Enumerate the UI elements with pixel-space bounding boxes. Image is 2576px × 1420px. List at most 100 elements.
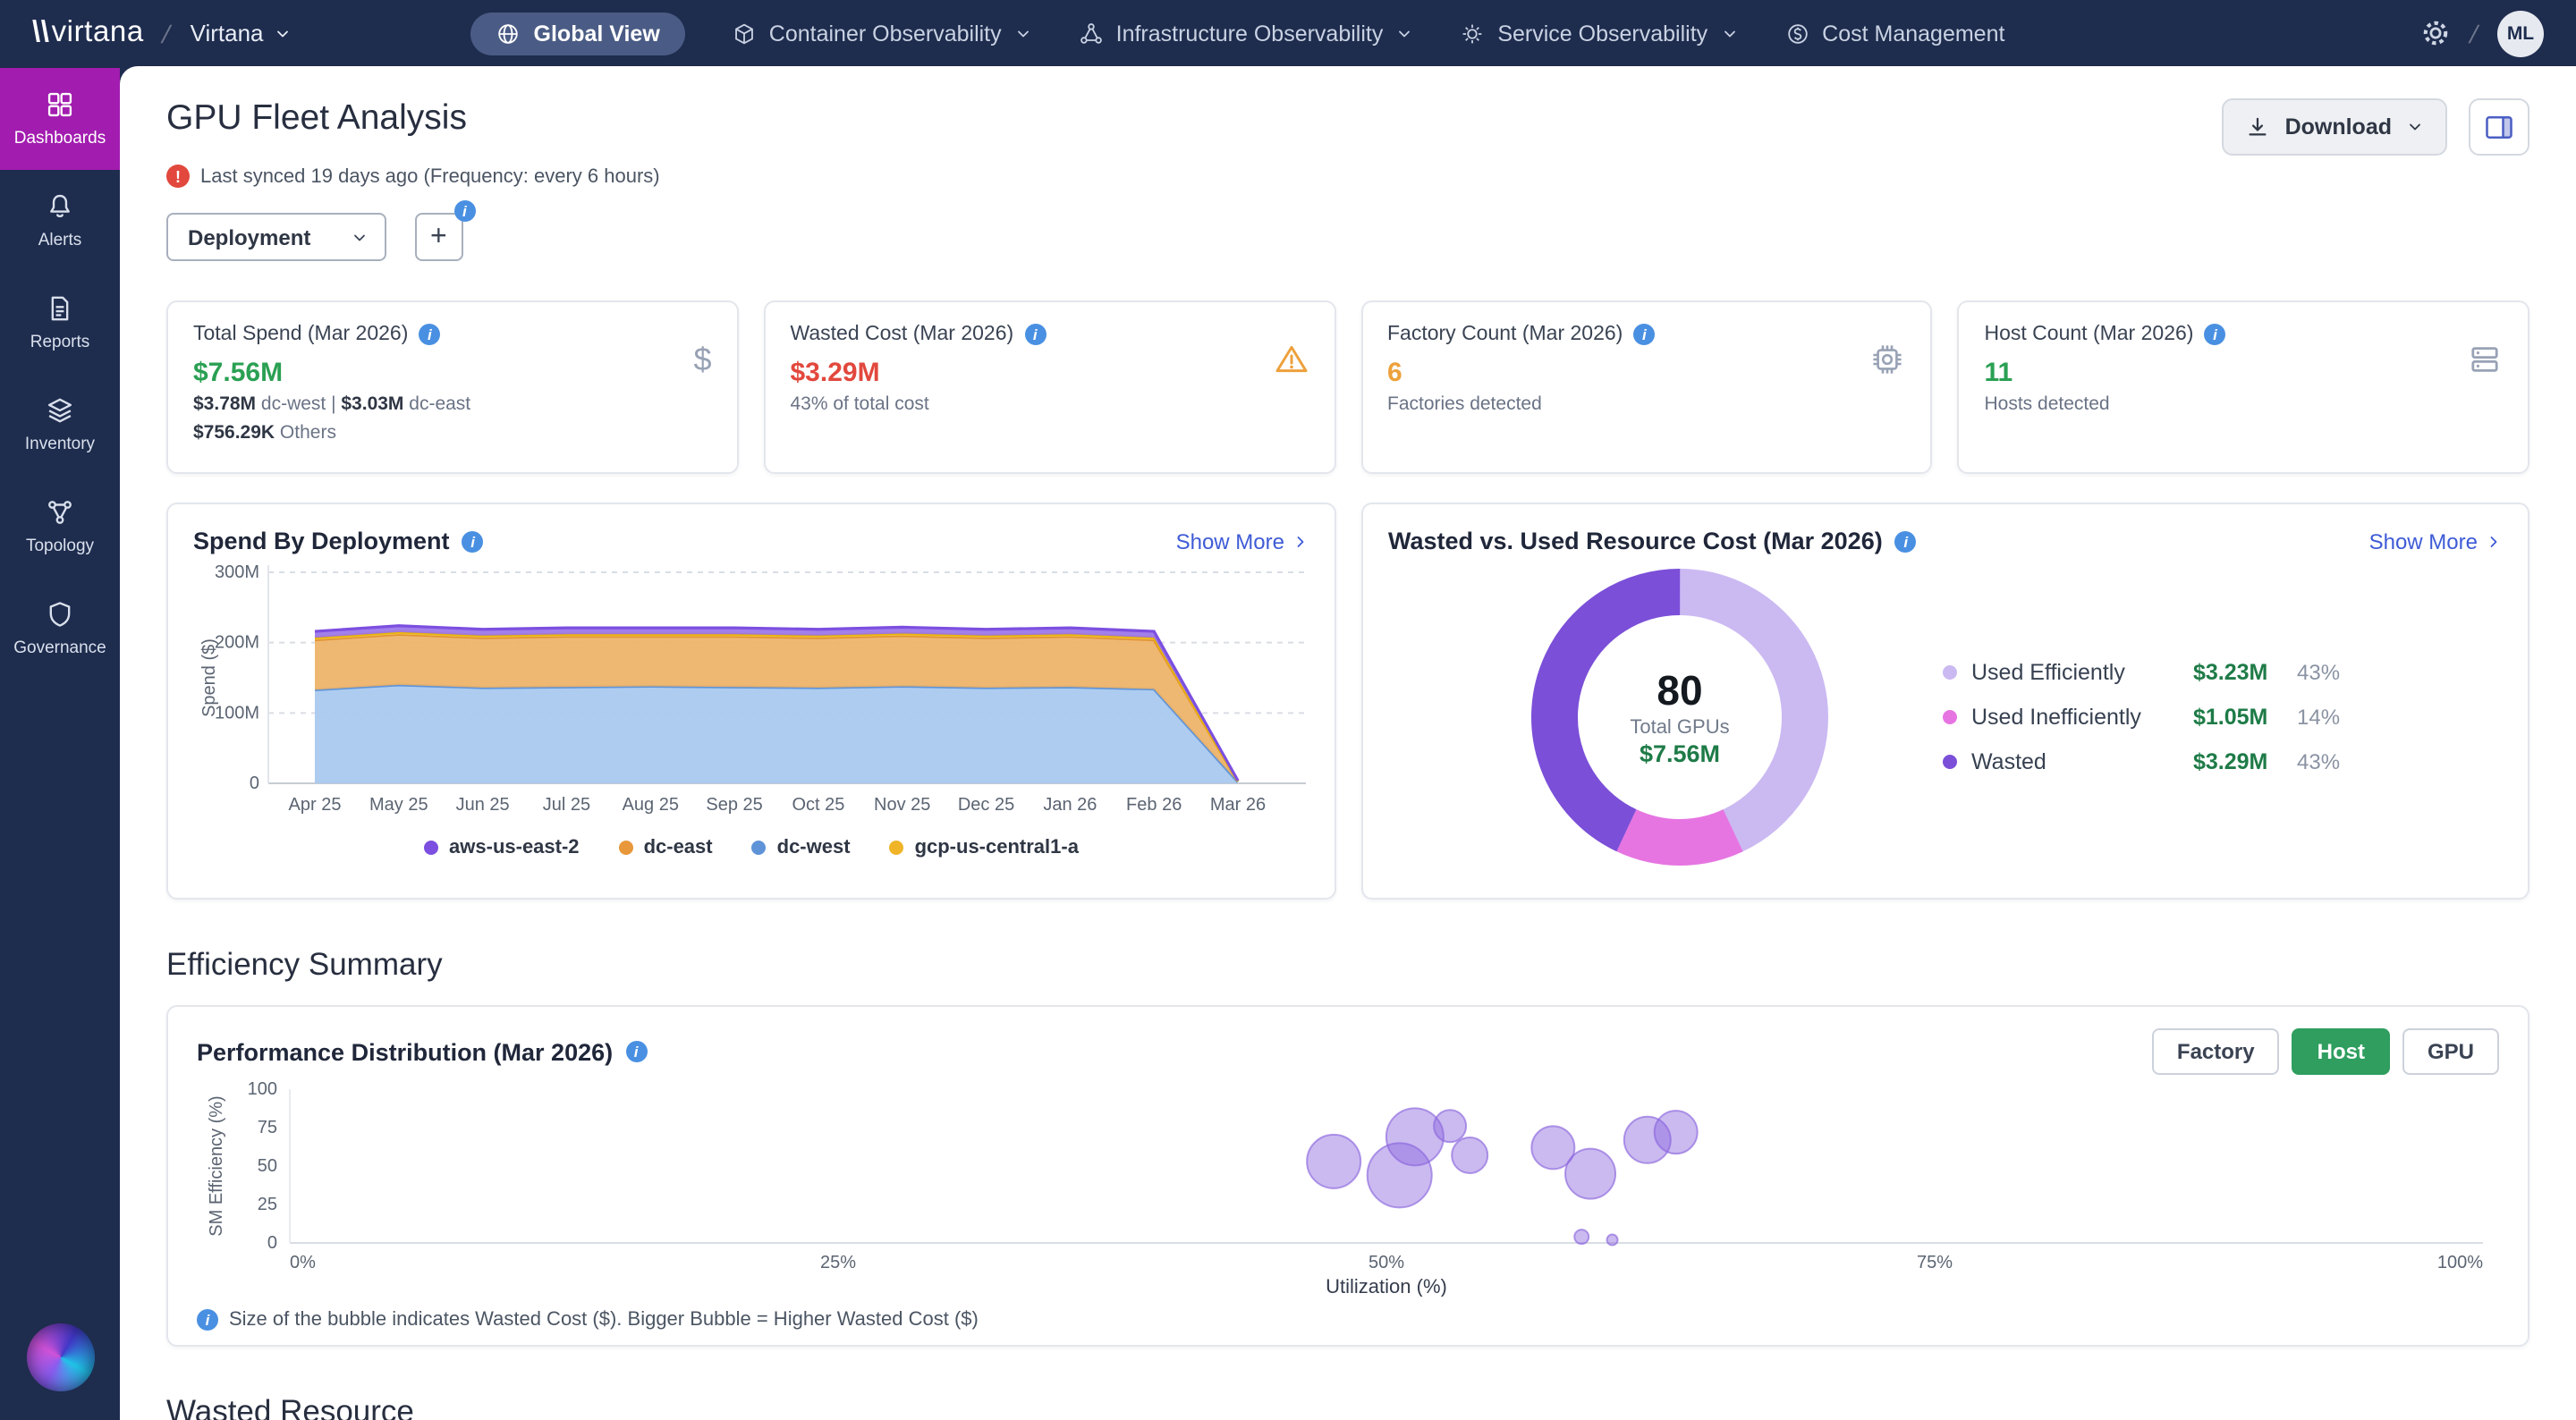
svg-text:100: 100 xyxy=(248,1079,277,1099)
app-root: \\virtana Virtana Global View Container … xyxy=(0,0,2576,1420)
virtana-logo[interactable]: \\virtana xyxy=(32,16,144,50)
sidebar-item-dashboards[interactable]: Dashboards xyxy=(0,68,120,170)
svg-text:100%: 100% xyxy=(2437,1253,2483,1272)
nav-item-cost-management[interactable]: Cost Management xyxy=(1784,21,2004,46)
sidebar-item-governance[interactable]: Governance xyxy=(0,578,120,680)
info-icon[interactable] xyxy=(625,1041,647,1062)
info-icon[interactable] xyxy=(2204,324,2225,345)
user-avatar[interactable]: ML xyxy=(2497,10,2544,56)
legend-item[interactable]: dc-east xyxy=(619,837,713,858)
chevron-down-icon xyxy=(350,228,368,246)
show-more-link[interactable]: Show More xyxy=(1176,528,1309,554)
legend-value: $3.23M xyxy=(2193,660,2297,685)
kpi-value: $7.56M xyxy=(193,358,712,388)
sidebar-item-reports[interactable]: Reports xyxy=(0,272,120,374)
performance-distribution-card: Performance Distribution (Mar 2026) Fact… xyxy=(166,1005,2529,1347)
svg-text:Utilization (%): Utilization (%) xyxy=(1326,1275,1447,1297)
legend-item[interactable]: Wasted $3.29M 43% xyxy=(1943,749,2358,774)
info-icon[interactable] xyxy=(462,530,484,552)
panel-toggle-button[interactable] xyxy=(2469,98,2529,156)
download-button[interactable]: Download xyxy=(2223,98,2447,156)
download-label: Download xyxy=(2285,114,2392,139)
info-icon[interactable] xyxy=(1895,530,1917,552)
workspace-selector[interactable]: Virtana xyxy=(191,20,292,46)
legend-label: Used Inefficiently xyxy=(1971,705,2193,730)
legend-percent: 43% xyxy=(2297,660,2358,685)
kpi-card-total-spend: Total Spend (Mar 2026) $7.56M $3.78M dc-… xyxy=(166,300,739,474)
sidebar-label: Dashboards xyxy=(14,129,106,148)
warning-triangle-icon xyxy=(1273,342,1309,386)
svg-text:25%: 25% xyxy=(820,1253,856,1272)
legend-label: gcp-us-central1-a xyxy=(915,837,1079,858)
legend-item[interactable]: Used Efficiently $3.23M 43% xyxy=(1943,660,2358,685)
main-content: GPU Fleet Analysis Download Last synced … xyxy=(120,66,2576,1420)
toggle-host[interactable]: Host xyxy=(2292,1028,2390,1075)
nav-item-global-view[interactable]: Global View xyxy=(471,12,685,55)
kpi-title: Factory Count (Mar 2026) xyxy=(1387,324,1623,345)
chevron-down-icon xyxy=(2406,118,2424,136)
legend-value: $3.29M xyxy=(2193,749,2297,774)
nav-item-infrastructure-observability[interactable]: Infrastructure Observability xyxy=(1079,21,1414,46)
legend-label: dc-east xyxy=(644,837,713,858)
nav-item-service-observability[interactable]: Service Observability xyxy=(1460,21,1738,46)
dashboard-grid-icon xyxy=(45,89,75,120)
deployment-select[interactable]: Deployment xyxy=(166,213,386,261)
toggle-factory[interactable]: Factory xyxy=(2152,1028,2280,1075)
service-gear-icon xyxy=(1460,21,1485,46)
sidebar-item-topology[interactable]: Topology xyxy=(0,476,120,578)
virtana-orb-logo[interactable] xyxy=(26,1323,94,1391)
show-more-label: Show More xyxy=(2369,528,2478,554)
toggle-gpu[interactable]: GPU xyxy=(2402,1028,2499,1075)
nav-divider xyxy=(160,19,174,47)
gpu-donut-chart: 80 Total GPUs $7.56M xyxy=(1528,565,1832,869)
svg-text:Dec 25: Dec 25 xyxy=(958,795,1014,815)
spend-area-chart: 0100M200M300MApr 25May 25Jun 25Jul 25Aug… xyxy=(193,554,1309,826)
sidebar-item-inventory[interactable]: Inventory xyxy=(0,374,120,476)
sync-status-row: Last synced 19 days ago (Frequency: ever… xyxy=(166,165,2529,188)
nav-label: Service Observability xyxy=(1497,21,1707,46)
legend-percent: 14% xyxy=(2297,705,2358,730)
bubble-note-row: Size of the bubble indicates Wasted Cost… xyxy=(197,1309,2499,1331)
sidebar-label: Topology xyxy=(26,537,94,556)
kpi-title: Wasted Cost (Mar 2026) xyxy=(791,324,1014,345)
sidebar-label: Reports xyxy=(30,333,90,352)
nav-label: Cost Management xyxy=(1822,21,2004,46)
legend-dot xyxy=(752,841,767,855)
svg-text:50: 50 xyxy=(258,1156,277,1176)
svg-text:SM Efficiency (%): SM Efficiency (%) xyxy=(207,1095,226,1236)
legend-item[interactable]: aws-us-east-2 xyxy=(424,837,580,858)
donut-center-label: Total GPUs xyxy=(1630,717,1729,739)
primary-nav: Global View Container Observability Infr… xyxy=(471,12,2005,55)
legend-item[interactable]: gcp-us-central1-a xyxy=(890,837,1079,858)
chevron-right-icon xyxy=(2485,532,2503,550)
sidebar-item-alerts[interactable]: Alerts xyxy=(0,170,120,272)
spend-by-deployment-card: Spend By Deployment Show More 0100M200M3… xyxy=(166,503,1336,900)
info-icon[interactable] xyxy=(1024,324,1046,345)
legend-item[interactable]: dc-west xyxy=(752,837,851,858)
kpi-title: Host Count (Mar 2026) xyxy=(1985,324,2194,345)
legend-label: Wasted xyxy=(1971,749,2193,774)
chevron-down-icon xyxy=(1395,24,1413,42)
svg-text:0: 0 xyxy=(250,773,259,793)
info-icon[interactable] xyxy=(453,200,475,222)
donut-legend: Used Efficiently $3.23M 43% Used Ineffic… xyxy=(1943,660,2358,774)
spend-chart-legend: aws-us-east-2 dc-east dc-west gcp-us-cen… xyxy=(193,837,1309,858)
wasted-resource-heading: Wasted Resource xyxy=(166,1393,2529,1420)
settings-button[interactable] xyxy=(2420,18,2451,48)
show-more-link[interactable]: Show More xyxy=(2369,528,2503,554)
legend-item[interactable]: Used Inefficiently $1.05M 14% xyxy=(1943,705,2358,730)
add-filter-button[interactable]: + xyxy=(414,213,462,261)
legend-value: $1.05M xyxy=(2193,705,2297,730)
kpi-value: $3.29M xyxy=(791,358,1309,388)
info-icon[interactable] xyxy=(1633,324,1655,345)
svg-text:100M: 100M xyxy=(215,703,259,723)
show-more-label: Show More xyxy=(1176,528,1284,554)
nav-item-container-observability[interactable]: Container Observability xyxy=(732,21,1032,46)
page-title: GPU Fleet Analysis xyxy=(166,98,467,139)
dollar-icon: $ xyxy=(693,342,711,379)
topnav-right: ML xyxy=(2420,10,2544,56)
kpi-detail: $756.29K Others xyxy=(193,422,712,445)
info-icon[interactable] xyxy=(419,324,440,345)
scope-toggle-group: Factory Host GPU xyxy=(2152,1028,2499,1075)
sidebar-label: Governance xyxy=(13,638,106,658)
